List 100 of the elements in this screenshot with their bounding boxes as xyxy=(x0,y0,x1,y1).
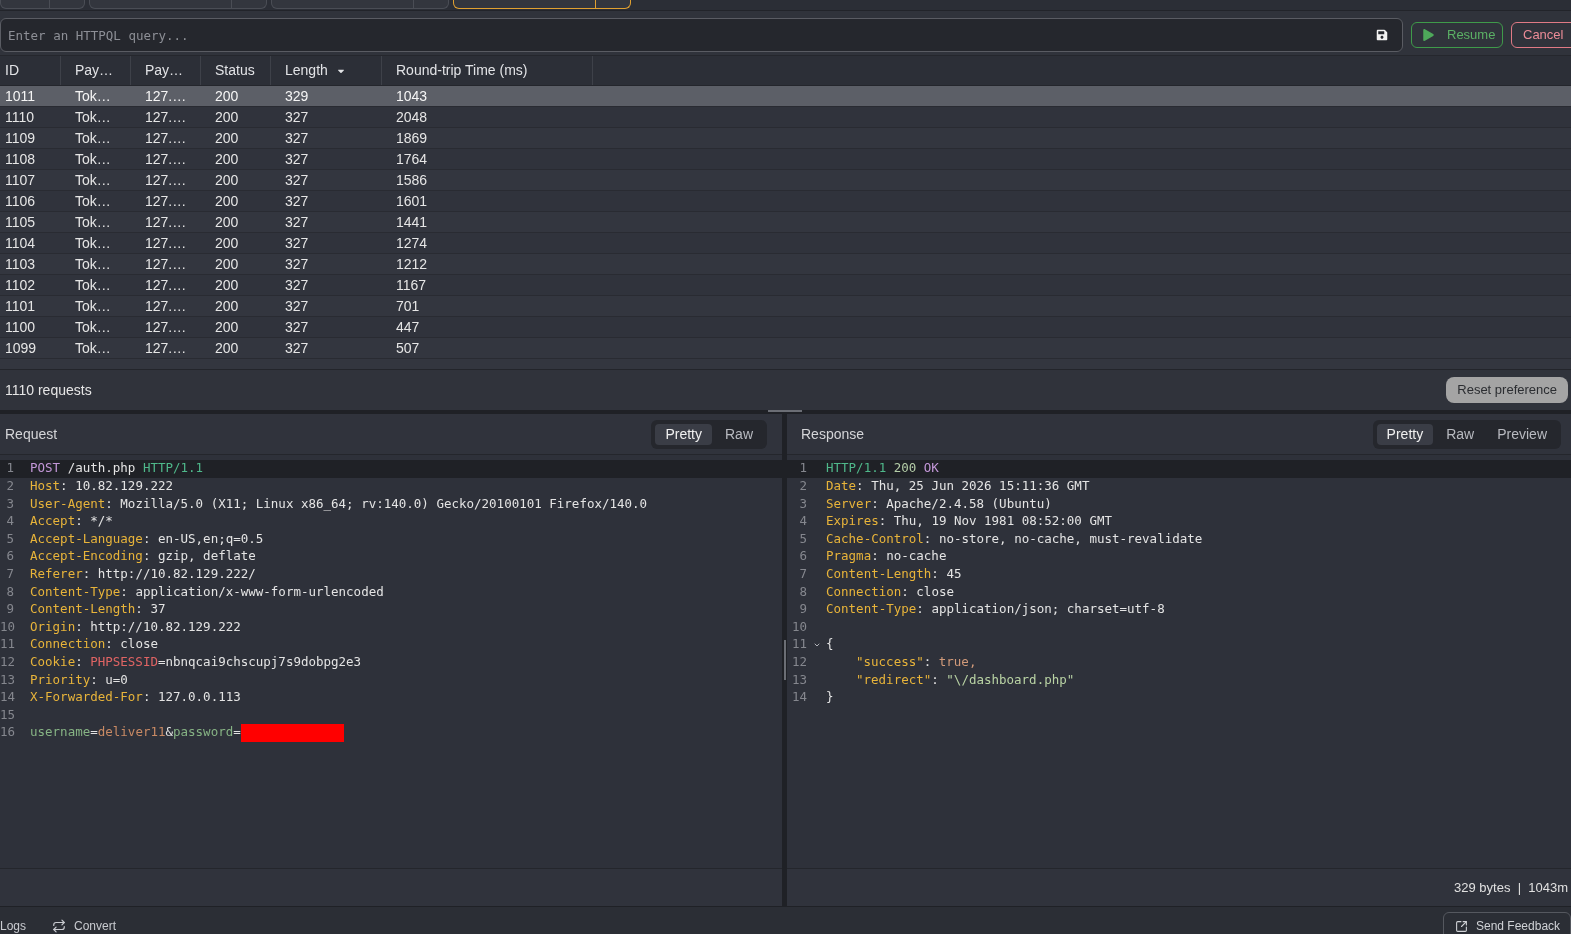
table-cell-text: 327 xyxy=(284,296,310,316)
table-cell-text: 1011 xyxy=(4,86,37,106)
table-cell-text: 127.… xyxy=(144,128,188,148)
table-cell-text: Tok… xyxy=(74,191,112,211)
code-line: Content-Type: application/x-www-form-urlencoded xyxy=(30,582,384,601)
table-cell-text: 200 xyxy=(214,254,240,274)
view-tab[interactable]: Preview xyxy=(1487,423,1557,445)
table-cell-text: 1109 xyxy=(4,128,37,148)
line-number: 16 xyxy=(0,723,14,742)
bottom-bar-button[interactable]: Logs xyxy=(0,917,27,934)
code-line: { xyxy=(826,635,834,654)
table-cell-text: 1869 xyxy=(395,128,429,148)
table-cell-text: 200 xyxy=(214,128,240,148)
table-cell-text: 2048 xyxy=(395,107,429,127)
line-number: 3 xyxy=(798,494,807,513)
table-cell-text: Tok… xyxy=(74,254,112,274)
code-line: Origin: http://10.82.129.222 xyxy=(30,617,241,636)
column-header[interactable]: Status xyxy=(201,56,271,85)
reset-preference-button[interactable]: Reset preference xyxy=(1446,377,1568,403)
table-cell-text: 200 xyxy=(214,149,240,169)
table-cell-text: 200 xyxy=(214,275,240,295)
send-feedback-button[interactable]: Send Feedback xyxy=(1443,912,1571,934)
table-cell-text: 447 xyxy=(395,317,421,337)
view-tab[interactable]: Raw xyxy=(1436,423,1485,445)
table-cell-text: Tok… xyxy=(74,86,112,106)
table-cell-text: Tok… xyxy=(74,338,112,358)
line-number: 12 xyxy=(790,652,807,671)
code-line: "success": true, xyxy=(856,652,977,671)
code-line: Priority: u=0 xyxy=(30,670,128,689)
table-cell-text: 327 xyxy=(284,149,310,169)
code-line: Host: 10.82.129.222 xyxy=(30,477,173,495)
line-number: 6 xyxy=(798,547,807,566)
table-cell-text: 327 xyxy=(284,338,310,358)
code-line: X-Forwarded-For: 127.0.0.113 xyxy=(30,688,241,707)
resize-handle[interactable] xyxy=(768,410,802,412)
view-tab[interactable]: Raw xyxy=(715,423,763,445)
line-number: 4 xyxy=(5,512,14,531)
line-number: 13 xyxy=(790,670,807,689)
view-tab[interactable]: Pretty xyxy=(1376,423,1434,445)
line-number: 12 xyxy=(0,652,14,671)
table-cell-text: Tok… xyxy=(74,296,112,316)
response-size-time: 329 bytes | 1043m xyxy=(1454,878,1568,897)
column-header[interactable]: Pay… xyxy=(61,56,131,85)
table-cell-text: 327 xyxy=(284,107,310,127)
table-cell-text: 1441 xyxy=(395,212,429,232)
view-tab[interactable]: Pretty xyxy=(655,423,712,445)
cancel-button[interactable]: Cancel xyxy=(1511,22,1571,48)
line-number: 13 xyxy=(0,670,14,689)
table-cell-text: 1043 xyxy=(395,86,429,106)
query-field[interactable]: Enter an HTTPQL query... xyxy=(0,18,1403,52)
table-row[interactable]: 1011 Tok… 127.… 200 329 1043 xyxy=(0,86,1571,107)
table-cell-text: 127.… xyxy=(144,233,188,253)
code-line: Content-Length: 37 xyxy=(30,600,166,619)
line-number: 11 xyxy=(0,635,14,654)
line-number: 1 xyxy=(798,459,807,478)
bottom-bar-button[interactable]: Convert xyxy=(52,917,117,934)
table-cell-text: 127.… xyxy=(144,317,188,337)
resize-handle[interactable] xyxy=(783,640,786,680)
column-header[interactable]: Length xyxy=(271,56,382,85)
code-line: Expires: Thu, 19 Nov 1981 08:52:00 GMT xyxy=(826,512,1112,531)
table-cell-text: 327 xyxy=(284,233,310,253)
tab[interactable] xyxy=(453,0,631,9)
code-line: Accept-Encoding: gzip, deflate xyxy=(30,547,256,566)
table-cell-text: 1100 xyxy=(4,317,37,337)
column-header[interactable]: Pay… xyxy=(131,56,201,85)
table-cell-text: 327 xyxy=(284,254,310,274)
table-cell-text: 200 xyxy=(214,86,240,106)
table-cell-text: 200 xyxy=(214,317,240,337)
code-line: "redirect": "\/dashboard.php" xyxy=(856,670,1075,689)
play-icon xyxy=(1423,29,1434,41)
table-cell-text: 1105 xyxy=(4,212,37,232)
table-cell-text: 1101 xyxy=(4,296,37,316)
table-cell-text: 327 xyxy=(284,275,310,295)
table-cell-text: Tok… xyxy=(74,212,112,232)
table-cell-text: 200 xyxy=(214,191,240,211)
save-icon[interactable] xyxy=(1376,29,1388,41)
column-header[interactable]: ID xyxy=(0,56,61,85)
code-line: Date: Thu, 25 Jun 2026 15:11:36 GMT xyxy=(826,477,1090,495)
code-line: User-Agent: Mozilla/5.0 (X11; Linux x86_64; rv:140.0) Gecko/20100101 Firefox/140.0 xyxy=(30,494,648,513)
table-cell-text: 1106 xyxy=(4,191,37,211)
code-line: Cookie: PHPSESSID=nbnqcai9chscupj7s9dobpg2e3 xyxy=(30,652,362,671)
line-number: 8 xyxy=(798,582,807,601)
code-line: Content-Length: 45 xyxy=(826,565,962,583)
code-line: POST /auth.php HTTP/1.1 xyxy=(30,459,204,478)
panel-title: Response xyxy=(801,424,865,444)
table-cell-text: 127.… xyxy=(144,254,188,274)
table-cell-text: 1110 xyxy=(4,107,36,127)
code-line: Connection: close xyxy=(30,635,158,654)
table-cell-text: 127.… xyxy=(144,170,188,190)
table-cell-text: Tok… xyxy=(74,128,112,148)
line-number: 4 xyxy=(798,512,807,531)
table-cell-text: 327 xyxy=(284,128,310,148)
table-cell-text: 1099 xyxy=(4,338,38,358)
table-cell-text: 327 xyxy=(284,212,310,232)
resume-button[interactable]: Resume xyxy=(1411,22,1503,48)
table-cell-text: 1212 xyxy=(395,254,429,274)
table-cell-text: 1108 xyxy=(4,149,37,169)
table-cell-text: 1764 xyxy=(395,149,429,169)
table-cell-text: 1586 xyxy=(395,170,429,190)
column-header[interactable]: Round-trip Time (ms) xyxy=(382,56,593,85)
